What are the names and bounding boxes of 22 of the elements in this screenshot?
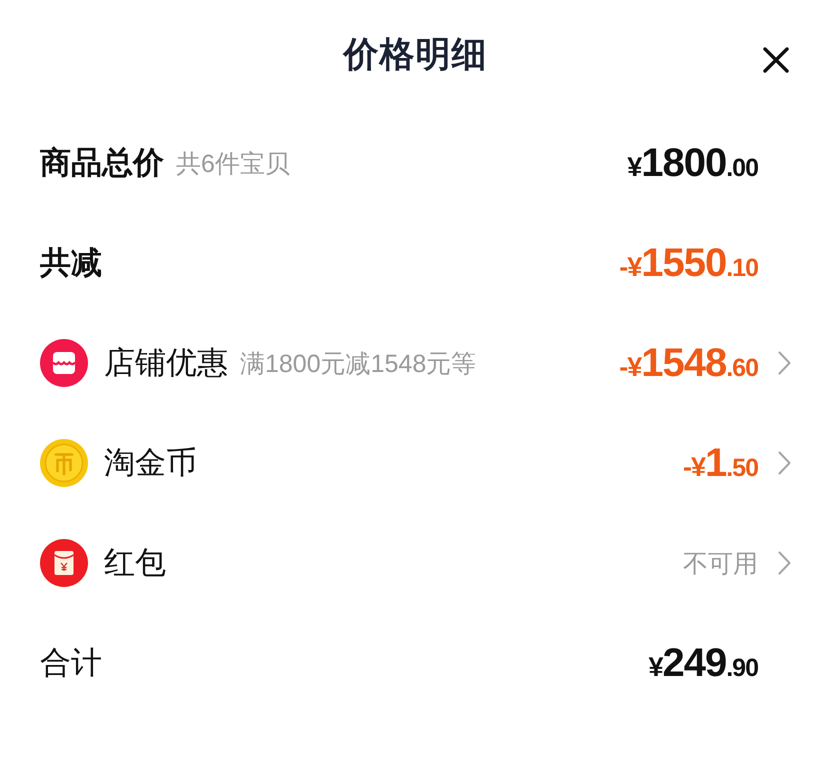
row-label: 商品总价 xyxy=(40,144,164,182)
chevron-right-icon[interactable] xyxy=(778,351,791,375)
discount-amount: -¥1548.60 xyxy=(619,340,758,386)
store-icon xyxy=(40,339,88,387)
row-label: 合计 xyxy=(40,644,102,682)
discount-amount: -¥1.50 xyxy=(682,440,758,486)
row-label: 淘金币 xyxy=(104,444,197,482)
price-amount: ¥1800.00 xyxy=(627,140,758,186)
coin-icon xyxy=(40,439,88,487)
row-note: 共6件宝贝 xyxy=(176,148,290,180)
envelope-icon xyxy=(40,539,88,587)
row-label: 红包 xyxy=(104,544,166,582)
price-amount: ¥249.90 xyxy=(648,640,758,686)
close-icon[interactable] xyxy=(763,46,789,72)
row-label: 共减 xyxy=(40,244,102,282)
row-note: 满1800元减1548元等 xyxy=(240,348,476,380)
sheet-title: 价格明细 xyxy=(344,34,488,76)
chevron-right-icon[interactable] xyxy=(778,551,791,575)
chevron-right-icon[interactable] xyxy=(778,451,791,475)
discount-amount: -¥1550.10 xyxy=(619,240,758,286)
status-text: 不可用 xyxy=(683,548,758,580)
row-label: 店铺优惠 xyxy=(104,344,228,382)
